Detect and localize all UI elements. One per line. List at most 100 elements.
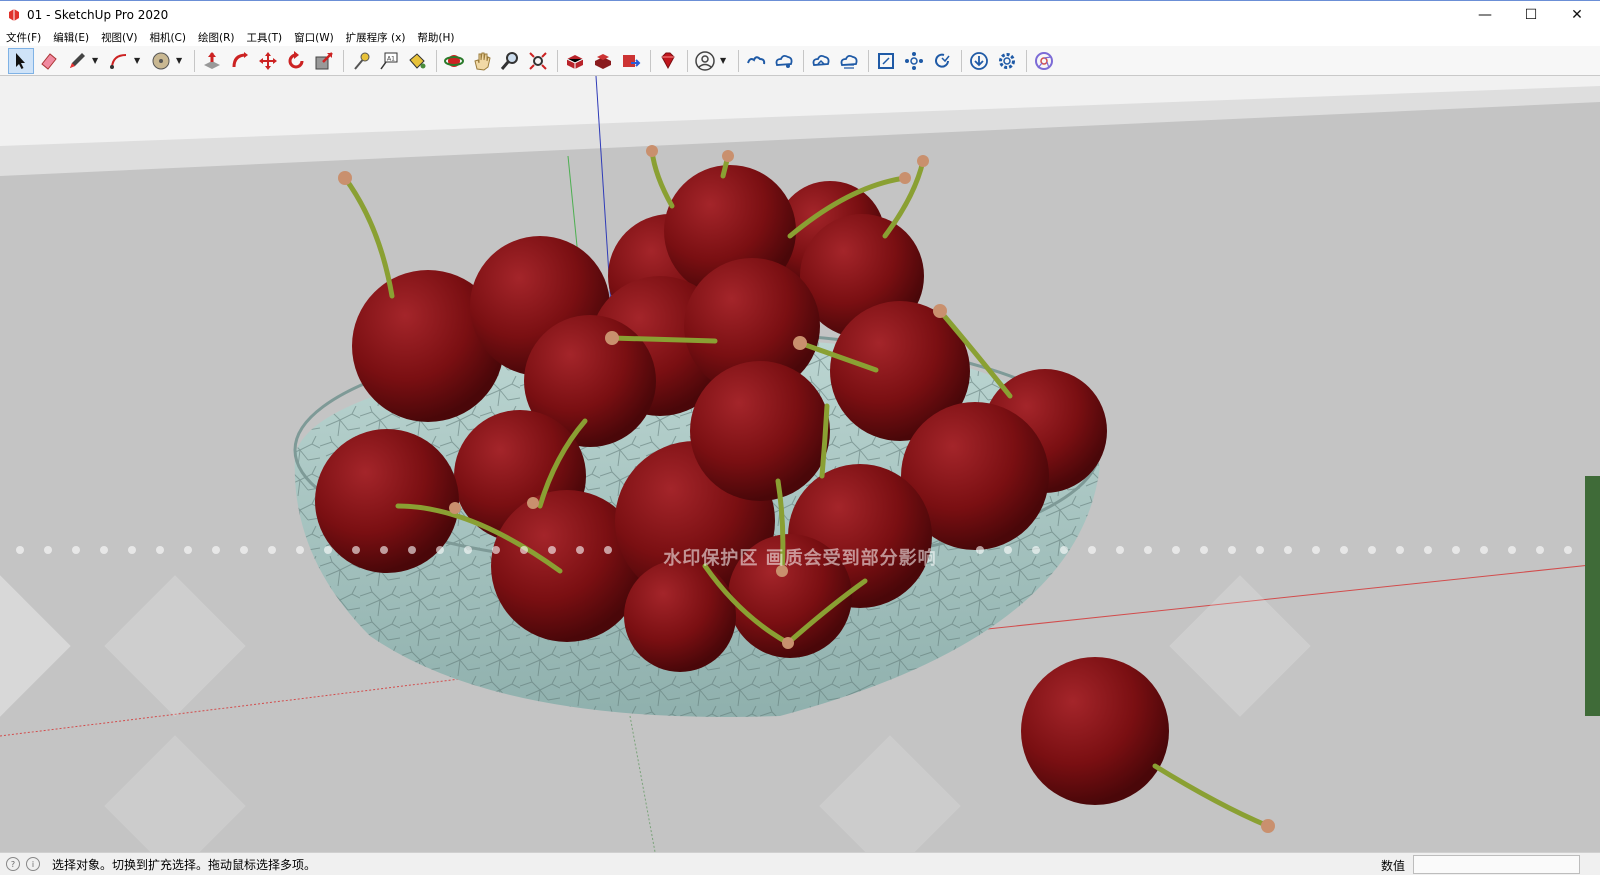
pencil-tool-button[interactable] bbox=[64, 48, 90, 74]
stem-end bbox=[793, 336, 807, 350]
share-model-icon bbox=[623, 54, 641, 67]
shape-dropdown-icon[interactable]: ▼ bbox=[176, 56, 186, 65]
settings-button[interactable] bbox=[994, 48, 1020, 74]
minimize-button[interactable]: — bbox=[1462, 1, 1508, 29]
stem-end bbox=[933, 304, 947, 318]
menu-camera[interactable]: 相机(C) bbox=[143, 30, 192, 45]
trimble-connect-button[interactable] bbox=[743, 48, 769, 74]
window-title: 01 - SketchUp Pro 2020 bbox=[27, 7, 169, 22]
tape-measure-icon bbox=[354, 52, 370, 70]
info-icon[interactable]: i bbox=[26, 857, 40, 871]
ruby-icon bbox=[661, 52, 675, 69]
refresh-icon bbox=[935, 53, 950, 68]
extension-warehouse-button[interactable] bbox=[590, 48, 616, 74]
download-button[interactable] bbox=[966, 48, 992, 74]
move-icon bbox=[259, 51, 277, 70]
cloud-download-icon bbox=[840, 54, 858, 69]
settings-icon bbox=[999, 52, 1015, 69]
menu-window[interactable]: 窗口(W) bbox=[288, 30, 340, 45]
toolbar-separator bbox=[961, 49, 962, 72]
eraser-tool-button[interactable] bbox=[36, 48, 62, 74]
menu-help[interactable]: 帮助(H) bbox=[411, 30, 460, 45]
toolbar-separator bbox=[687, 49, 688, 72]
orbit-icon bbox=[444, 54, 464, 67]
cloud-upload-icon bbox=[775, 54, 793, 68]
trimble-connect-icon bbox=[747, 55, 766, 64]
follow-me-icon bbox=[232, 51, 248, 67]
paint-bucket-icon bbox=[409, 52, 426, 69]
3d-warehouse-button[interactable] bbox=[562, 48, 588, 74]
frame-button[interactable] bbox=[873, 48, 899, 74]
pencil-dropdown-icon[interactable]: ▼ bbox=[92, 56, 102, 65]
pan-tool-button[interactable] bbox=[469, 48, 495, 74]
account-dropdown-icon[interactable]: ▼ bbox=[720, 56, 730, 65]
cloud-connect-button[interactable] bbox=[771, 48, 797, 74]
eraser-icon bbox=[41, 52, 57, 70]
tape-disc-icon bbox=[152, 52, 170, 69]
zoom-extents-icon bbox=[529, 51, 547, 70]
stem-end bbox=[338, 171, 352, 185]
title-bar: 01 - SketchUp Pro 2020 — ☐ ✕ bbox=[0, 0, 1600, 28]
text-tool-button[interactable]: A1 bbox=[376, 48, 402, 74]
cloud-sync-button[interactable] bbox=[808, 48, 834, 74]
components-icon bbox=[905, 51, 923, 70]
browser-button[interactable] bbox=[1031, 48, 1057, 74]
rotate-tool-button[interactable] bbox=[283, 48, 309, 74]
svg-text:A1: A1 bbox=[387, 55, 395, 62]
frame-icon bbox=[878, 52, 894, 69]
move-tool-button[interactable] bbox=[255, 48, 281, 74]
toolbar-separator bbox=[194, 49, 195, 72]
cherry bbox=[624, 560, 736, 672]
stem-end bbox=[527, 497, 539, 509]
stem-end bbox=[449, 502, 461, 514]
scene-canvas bbox=[0, 76, 1600, 852]
zoom-extents-tool-button[interactable] bbox=[525, 48, 551, 74]
menu-extensions[interactable]: 扩展程序 (x) bbox=[340, 30, 412, 45]
tape-measure-tool-button[interactable] bbox=[348, 48, 374, 74]
extension-warehouse-icon bbox=[595, 53, 611, 69]
menu-bar: 文件(F) 编辑(E) 视图(V) 相机(C) 绘图(R) 工具(T) 窗口(W… bbox=[0, 28, 1600, 46]
close-button[interactable]: ✕ bbox=[1554, 1, 1600, 29]
geo-location-icon[interactable]: ? bbox=[6, 857, 20, 871]
toolbar-separator bbox=[343, 49, 344, 72]
zoom-tool-button[interactable] bbox=[497, 48, 523, 74]
shape-tool-button[interactable] bbox=[148, 48, 174, 74]
stem-end bbox=[722, 150, 734, 162]
select-tool-button[interactable] bbox=[8, 47, 34, 74]
maximize-button[interactable]: ☐ bbox=[1508, 1, 1554, 29]
stem-end bbox=[917, 155, 929, 167]
measurements-label: 数值 bbox=[1380, 859, 1405, 873]
arc-dropdown-icon[interactable]: ▼ bbox=[134, 56, 144, 65]
scale-icon bbox=[315, 51, 333, 69]
menu-draw[interactable]: 绘图(R) bbox=[192, 30, 241, 45]
account-button[interactable] bbox=[692, 48, 718, 74]
toolbar-separator bbox=[803, 49, 804, 72]
stem-end bbox=[605, 331, 619, 345]
toolbar-separator bbox=[738, 49, 739, 72]
menu-tools[interactable]: 工具(T) bbox=[240, 30, 288, 45]
refresh-button[interactable] bbox=[929, 48, 955, 74]
share-model-button[interactable] bbox=[618, 48, 644, 74]
scale-tool-button[interactable] bbox=[311, 48, 337, 74]
warehouse-icon bbox=[566, 54, 584, 69]
model-viewport[interactable]: 水印保护区 画质会受到部分影响 bbox=[0, 76, 1600, 852]
stem-end bbox=[782, 637, 794, 649]
components-button[interactable] bbox=[901, 48, 927, 74]
menu-file[interactable]: 文件(F) bbox=[0, 30, 47, 45]
select-icon bbox=[16, 52, 25, 69]
follow-me-tool-button[interactable] bbox=[227, 48, 253, 74]
menu-edit[interactable]: 编辑(E) bbox=[47, 30, 95, 45]
ruby-console-button[interactable] bbox=[655, 48, 681, 74]
menu-view[interactable]: 视图(V) bbox=[95, 30, 143, 45]
cloud-download-button[interactable] bbox=[836, 48, 862, 74]
measurements-input[interactable] bbox=[1413, 855, 1580, 874]
arc-tool-button[interactable] bbox=[106, 48, 132, 74]
orbit-tool-button[interactable] bbox=[441, 48, 467, 74]
toolbar-separator bbox=[1026, 49, 1027, 72]
push-pull-tool-button[interactable] bbox=[199, 48, 225, 74]
rotate-icon bbox=[288, 50, 304, 68]
paint-bucket-tool-button[interactable] bbox=[404, 48, 430, 74]
stem bbox=[609, 335, 718, 344]
pan-icon bbox=[474, 52, 491, 71]
download-icon bbox=[970, 51, 988, 70]
